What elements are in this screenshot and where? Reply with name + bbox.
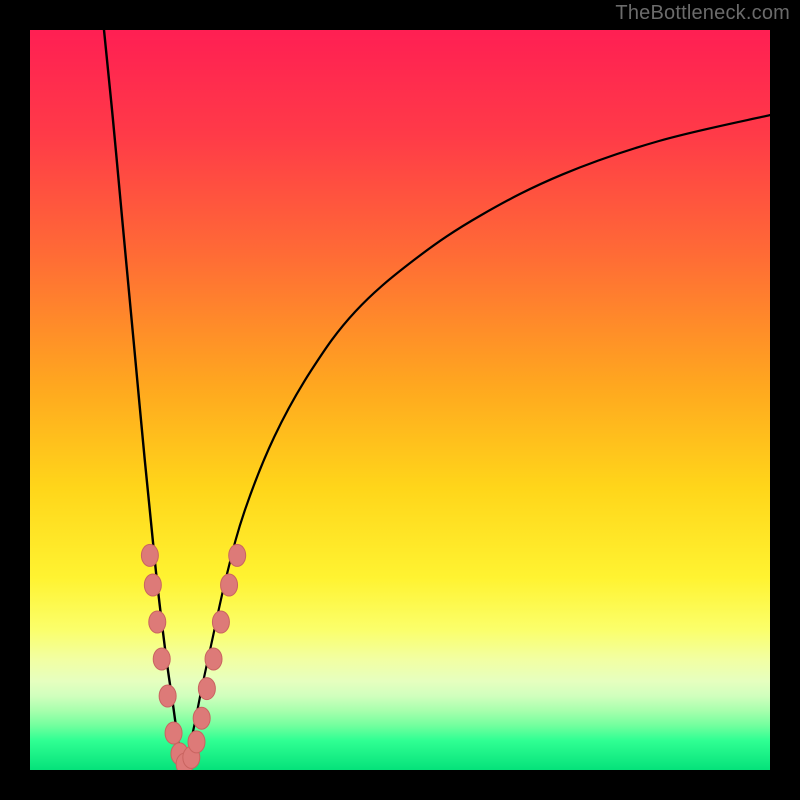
marker-dot bbox=[165, 722, 182, 744]
marker-dot bbox=[144, 574, 161, 596]
marker-dot bbox=[149, 611, 166, 633]
frame-bottom bbox=[0, 770, 800, 800]
curves-layer bbox=[30, 30, 770, 770]
marker-dot bbox=[212, 611, 229, 633]
marker-dot bbox=[205, 648, 222, 670]
chart-canvas: TheBottleneck.com bbox=[0, 0, 800, 800]
watermark-text: TheBottleneck.com bbox=[615, 2, 790, 25]
marker-dot bbox=[141, 544, 158, 566]
frame-left bbox=[0, 0, 30, 800]
marker-dot bbox=[221, 574, 238, 596]
frame-right bbox=[770, 0, 800, 800]
marker-dot bbox=[153, 648, 170, 670]
marker-dot bbox=[198, 678, 215, 700]
marker-dot bbox=[159, 685, 176, 707]
plot-area bbox=[30, 30, 770, 770]
left-curve bbox=[104, 30, 184, 770]
marker-dot bbox=[193, 707, 210, 729]
marker-dot bbox=[188, 731, 205, 753]
right-curve bbox=[184, 115, 770, 770]
marker-dot bbox=[229, 544, 246, 566]
markers bbox=[141, 544, 245, 770]
